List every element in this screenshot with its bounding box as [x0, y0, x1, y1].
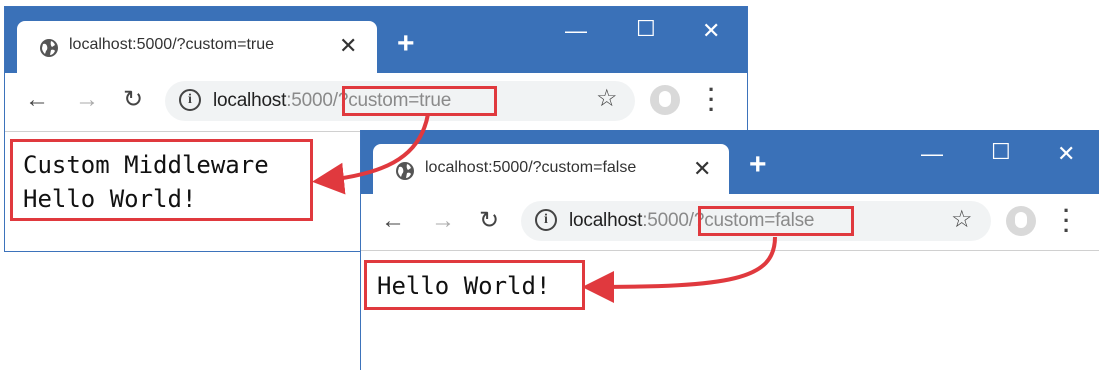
browser-toolbar: ← → ↻ i localhost:5000/?custom=false ☆ ·… [361, 194, 1099, 251]
tab-close-icon[interactable]: ✕ [339, 33, 357, 59]
info-icon[interactable]: i [535, 209, 557, 231]
globe-icon [396, 162, 414, 180]
page-output-custom: Custom Middleware Hello World! [10, 139, 313, 221]
maximize-icon[interactable]: ☐ [636, 17, 656, 41]
kebab-menu-icon[interactable]: · · · [1063, 200, 1070, 242]
output-line: Hello World! [23, 185, 197, 213]
close-window-icon[interactable]: ✕ [1057, 142, 1075, 166]
reload-icon[interactable]: ↻ [479, 208, 499, 234]
title-bar: localhost:5000/?custom=true ✕ + — ☐ ✕ [5, 7, 747, 73]
profile-avatar-icon[interactable] [650, 85, 680, 115]
url-query-highlight [342, 86, 497, 116]
close-window-icon[interactable]: ✕ [702, 19, 720, 43]
globe-icon [40, 39, 58, 57]
tab-close-icon[interactable]: ✕ [693, 156, 711, 182]
browser-tab[interactable]: localhost:5000/?custom=true ✕ [17, 21, 377, 73]
browser-toolbar: ← → ↻ i localhost:5000/?custom=true ☆ · ·… [5, 73, 747, 132]
address-bar[interactable]: i localhost:5000/?custom=true [165, 81, 635, 121]
star-icon[interactable]: ☆ [951, 208, 973, 232]
title-bar: localhost:5000/?custom=false ✕ + — ☐ ✕ [361, 130, 1099, 194]
back-arrow-icon[interactable]: ← [25, 87, 49, 113]
reload-icon[interactable]: ↻ [123, 87, 143, 113]
kebab-menu-icon[interactable]: · · · [708, 79, 715, 121]
browser-window-custom-false: localhost:5000/?custom=false ✕ + — ☐ ✕ ←… [360, 130, 1099, 370]
minimize-icon[interactable]: — [921, 142, 943, 166]
new-tab-plus-icon[interactable]: + [749, 150, 767, 180]
tab-title: localhost:5000/?custom=false [425, 159, 637, 176]
maximize-icon[interactable]: ☐ [991, 140, 1011, 164]
tab-title: localhost:5000/?custom=true [69, 36, 275, 53]
profile-avatar-icon[interactable] [1006, 206, 1036, 236]
address-bar[interactable]: i localhost:5000/?custom=false [521, 201, 991, 241]
minimize-icon[interactable]: — [565, 19, 587, 43]
url-query-highlight [698, 206, 854, 236]
output-line: Custom Middleware [23, 151, 269, 179]
star-icon[interactable]: ☆ [596, 87, 618, 111]
output-line: Hello World! [377, 272, 551, 300]
info-icon[interactable]: i [179, 89, 201, 111]
page-output-default: Hello World! [364, 260, 585, 310]
back-arrow-icon[interactable]: ← [381, 208, 405, 234]
forward-arrow-icon[interactable]: → [75, 87, 99, 113]
browser-tab[interactable]: localhost:5000/?custom=false ✕ [373, 144, 729, 194]
forward-arrow-icon[interactable]: → [431, 208, 455, 234]
new-tab-plus-icon[interactable]: + [397, 29, 415, 59]
